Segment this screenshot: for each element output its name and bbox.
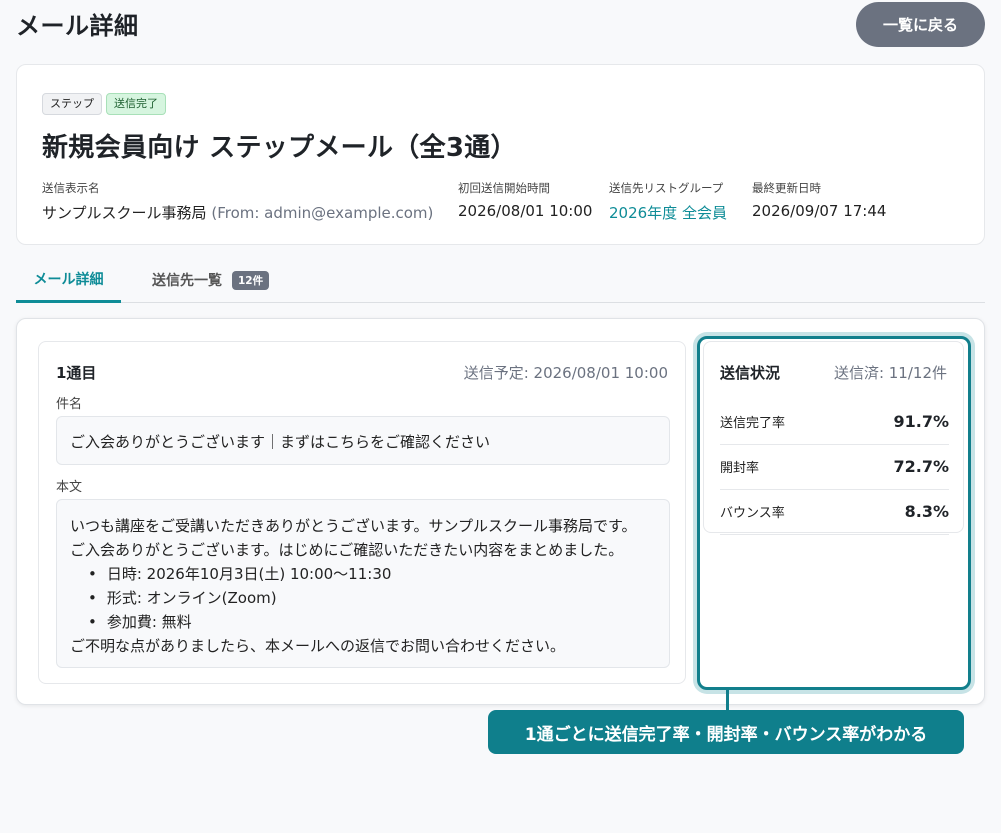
back-to-list-button[interactable]: 一覧に戻る: [856, 2, 985, 47]
status-sent-count: 送信済: 11/12件: [833, 364, 947, 382]
badge-group: ステップ 送信完了: [42, 93, 166, 115]
stat-label: 開封率: [720, 461, 760, 476]
send-status-card: 送信状況 送信済: 11/12件 送信完了率 91.7% 開封率 72.7% バ…: [703, 341, 964, 535]
meta-updated: 最終更新日時 2026/09/07 17:44: [752, 180, 886, 220]
body-line: いつも講座をご受講いただきありがとうございます。サンプルスクール事務局です。: [70, 517, 637, 535]
tab-bar: メール詳細 送信先一覧 12件: [16, 258, 985, 303]
tab-recipients-label: 送信先一覧: [152, 273, 222, 289]
step-schedule: 送信予定: 2026/08/01 10:00: [463, 364, 668, 382]
body-list: 日時: 2026年10月3日(土) 10:00〜11:30 形式: オンライン(…: [70, 562, 656, 634]
body-line: ご不明な点がありましたら、本メールへの返信でお問い合わせください。: [70, 637, 566, 655]
status-title: 送信状況: [720, 364, 781, 382]
stat-row-bounce: バウンス率 8.3%: [720, 490, 949, 535]
body-list-item: 形式: オンライン(Zoom): [88, 586, 656, 610]
meta-sender: 送信表示名 サンプルスクール事務局 (From: admin@example.c…: [42, 180, 433, 223]
meta-sender-label: 送信表示名: [42, 181, 100, 195]
sender-name: サンプルスクール事務局: [42, 204, 207, 222]
tab-mail-detail[interactable]: メール詳細: [16, 258, 121, 303]
stat-row-completion: 送信完了率 91.7%: [720, 400, 949, 445]
body-field: いつも講座をご受講いただきありがとうございます。サンプルスクール事務局です。 ご…: [56, 499, 670, 668]
tab-recipients[interactable]: 送信先一覧 12件: [152, 258, 270, 302]
status-badge: 送信完了: [106, 93, 166, 115]
meta-sender-value: サンプルスクール事務局 (From: admin@example.com): [42, 202, 433, 223]
mail-info-card: ステップ 送信完了 新規会員向け ステップメール（全3通） 送信表示名 サンプル…: [16, 64, 985, 245]
meta-updated-value: 2026/09/07 17:44: [752, 202, 887, 220]
body-line: ご入会ありがとうございます。はじめにご確認いただきたい内容をまとめました。: [70, 541, 624, 559]
stat-value: 72.7%: [893, 457, 949, 476]
step-detail-panel: 1通目 送信予定: 2026/08/01 10:00 件名 ご入会ありがとうござ…: [16, 318, 985, 705]
subject-field: ご入会ありがとうございます｜まずはこちらをご確認ください: [56, 416, 670, 465]
recipients-count-badge: 12件: [232, 270, 270, 290]
meta-first-send: 初回送信開始時間 2026/08/01 10:00: [458, 180, 592, 220]
stat-value: 91.7%: [893, 412, 949, 431]
page-title: メール詳細: [16, 12, 139, 40]
stat-label: バウンス率: [720, 506, 785, 521]
meta-first-send-value: 2026/08/01 10:00: [458, 202, 593, 220]
stat-row-open: 開封率 72.7%: [720, 445, 949, 490]
type-badge: ステップ: [42, 93, 102, 115]
body-list-item: 参加費: 無料: [88, 610, 656, 634]
body-list-item: 日時: 2026年10月3日(土) 10:00〜11:30: [88, 562, 656, 586]
list-group-link[interactable]: 2026年度 全会員: [609, 202, 727, 223]
stat-label: 送信完了率: [720, 416, 786, 431]
callout-banner: 1通ごとに送信完了率・開封率・バウンス率がわかる: [488, 710, 964, 754]
step-name: 1通目: [56, 364, 97, 382]
meta-list-group: 送信先リストグループ 2026年度 全会員: [609, 180, 727, 223]
mail-title: 新規会員向け ステップメール（全3通）: [42, 133, 517, 163]
meta-list-group-label: 送信先リストグループ: [609, 181, 724, 195]
sender-email: (From: admin@example.com): [211, 204, 434, 222]
step-mail-card: 1通目 送信予定: 2026/08/01 10:00 件名 ご入会ありがとうござ…: [38, 341, 686, 684]
stat-value: 8.3%: [904, 502, 949, 521]
body-label: 本文: [56, 480, 83, 495]
meta-updated-label: 最終更新日時: [752, 181, 821, 195]
subject-label: 件名: [56, 397, 83, 412]
callout-connector: [726, 688, 729, 710]
meta-first-send-label: 初回送信開始時間: [458, 181, 550, 195]
